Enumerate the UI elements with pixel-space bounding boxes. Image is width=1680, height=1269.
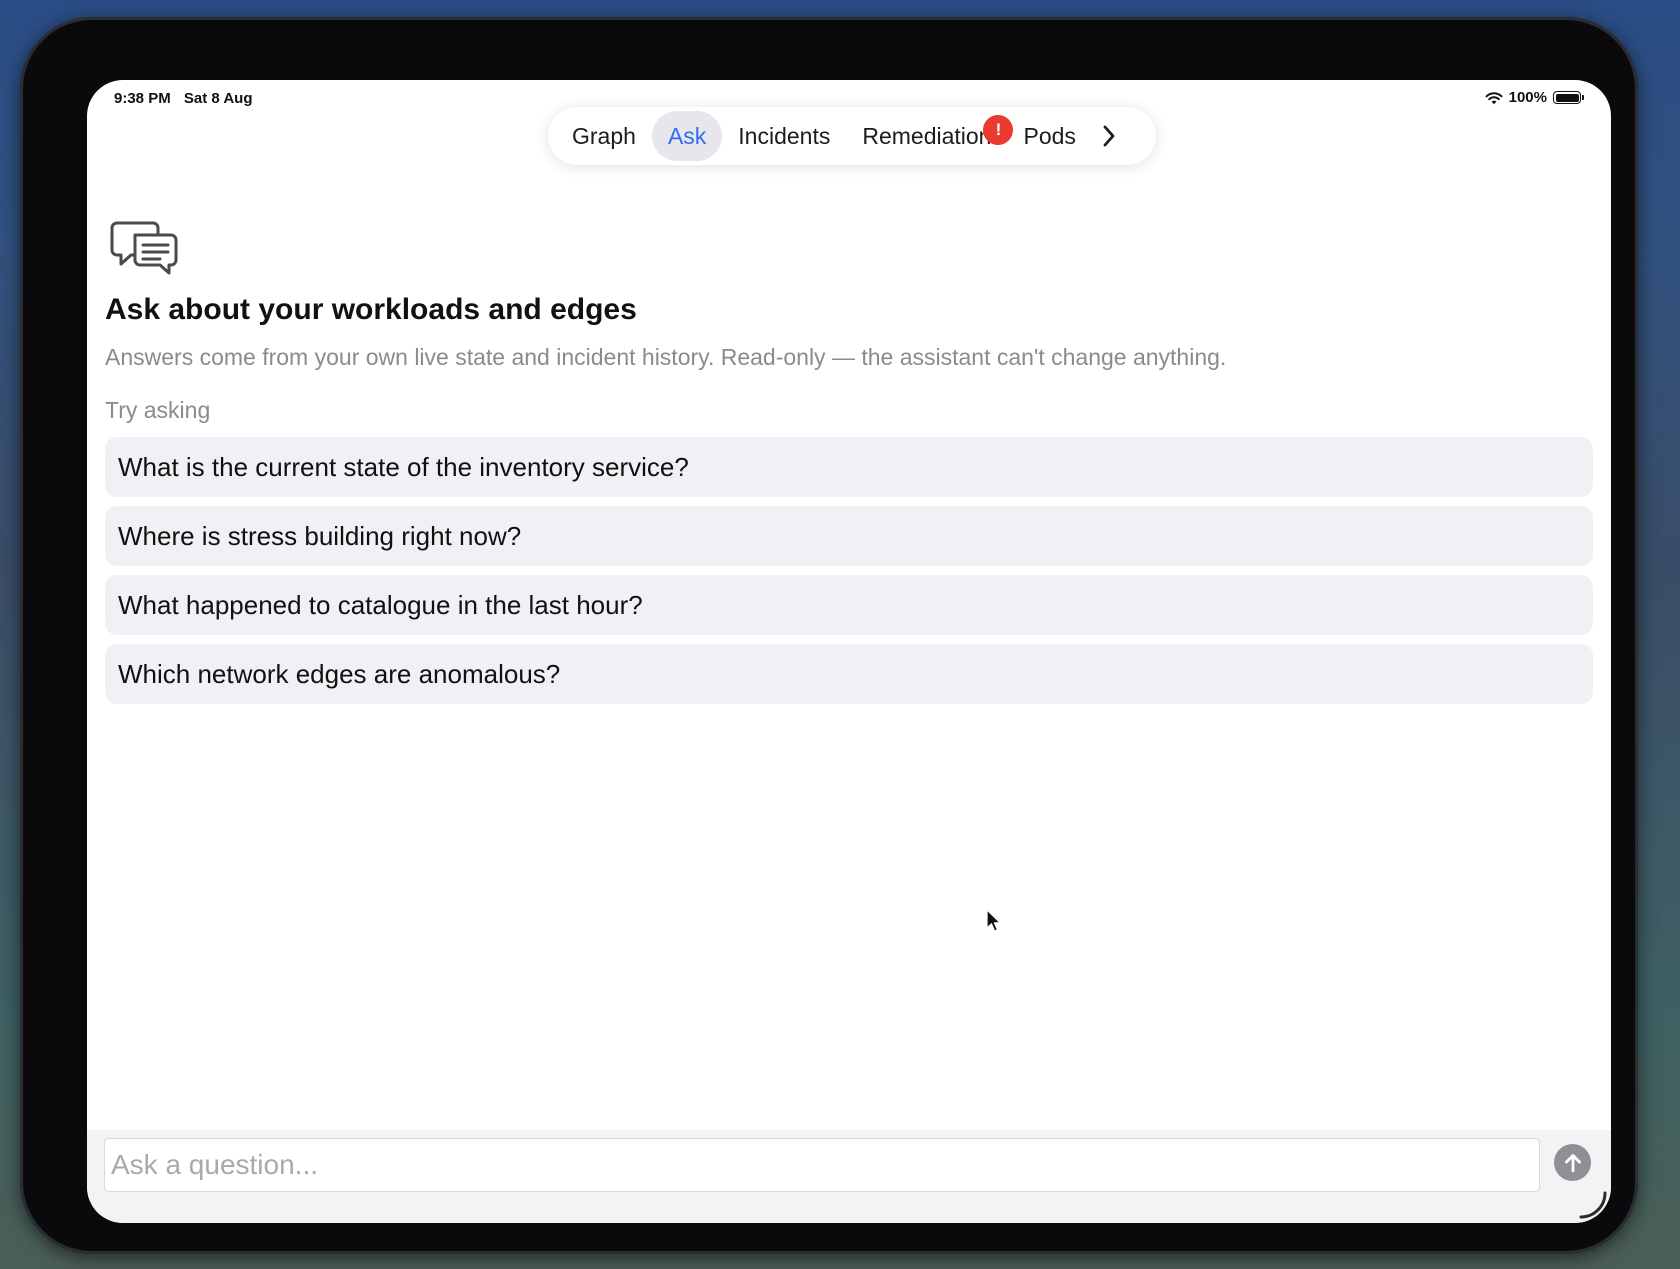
tab-incidents[interactable]: Incidents: [722, 111, 846, 161]
tab-label: Ask: [667, 123, 707, 149]
arrow-up-icon: [1564, 1153, 1581, 1172]
resize-handle-icon: [1579, 1191, 1607, 1219]
tab-label: Graph: [572, 123, 636, 149]
suggestion-chip[interactable]: What is the current state of the invento…: [105, 437, 1593, 497]
chat-bubbles-icon: [110, 221, 178, 275]
tab-label: Incidents: [738, 123, 831, 149]
tab-label: Remediation: [862, 123, 992, 149]
mouse-pointer-icon: [986, 909, 1001, 932]
suggestion-chip[interactable]: Where is stress building right now?: [105, 506, 1593, 566]
tab-pods[interactable]: Pods: [1007, 111, 1091, 161]
status-bar-left: 9:38 PM Sat 8 Aug: [114, 90, 262, 107]
status-time: 9:38 PM: [114, 90, 171, 107]
tab-label: Pods: [1023, 123, 1076, 149]
try-asking-label: Try asking: [105, 397, 211, 423]
page-title: Ask about your workloads and edges: [105, 293, 637, 326]
tab-bar: Graph Ask Incidents Remediation ! Pods: [548, 107, 1156, 165]
suggestion-chip[interactable]: What happened to catalogue in the last h…: [105, 575, 1593, 635]
tab-ask[interactable]: Ask: [651, 111, 723, 161]
app-screen: 9:38 PM Sat 8 Aug 100% Graph Ask Inciden…: [87, 80, 1611, 1223]
suggestion-list: What is the current state of the invento…: [105, 437, 1593, 713]
battery-percentage: 100%: [1508, 89, 1547, 106]
composer-bar: [87, 1130, 1611, 1223]
status-bar-right: 100%: [1485, 89, 1584, 106]
battery-icon: [1553, 91, 1584, 104]
question-input[interactable]: [104, 1138, 1540, 1192]
tab-graph[interactable]: Graph: [556, 111, 652, 161]
page-subtitle: Answers come from your own live state an…: [105, 344, 1227, 370]
wifi-icon: [1485, 91, 1503, 104]
status-date: Sat 8 Aug: [183, 90, 253, 107]
ipad-frame: 9:38 PM Sat 8 Aug 100% Graph Ask Inciden…: [20, 17, 1638, 1254]
chevron-right-icon: [1103, 125, 1115, 147]
send-button[interactable]: [1554, 1144, 1591, 1181]
suggestion-chip[interactable]: Which network edges are anomalous?: [105, 644, 1593, 704]
tab-more-button[interactable]: [1094, 111, 1124, 161]
tab-remediation[interactable]: Remediation !: [846, 111, 1014, 161]
